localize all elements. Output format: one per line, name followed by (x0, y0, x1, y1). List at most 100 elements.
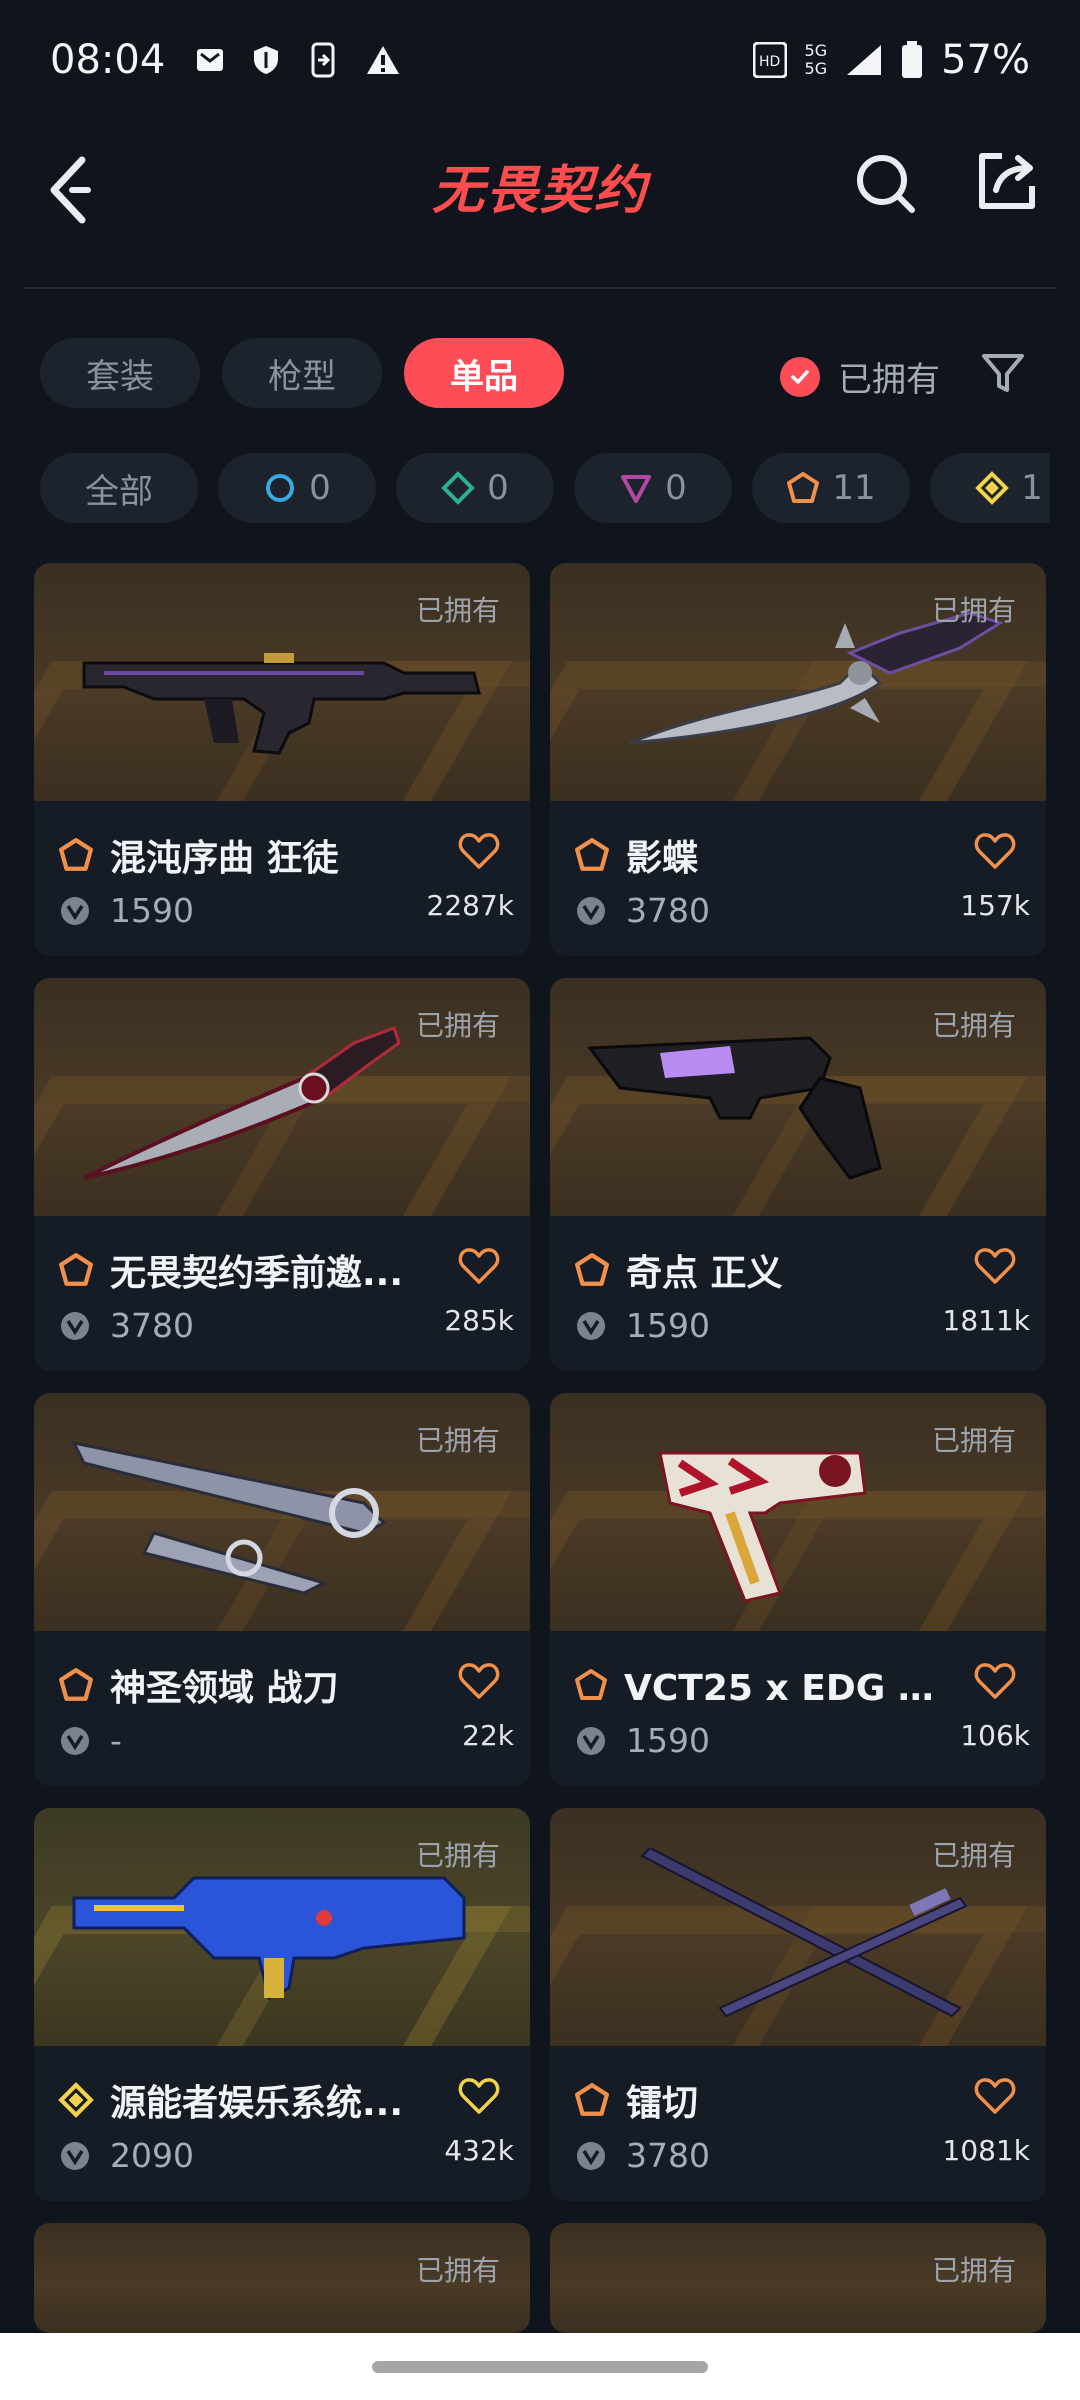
share-icon[interactable] (972, 146, 1042, 216)
item-image: 已拥有 (550, 2223, 1046, 2333)
ultra-tier-icon (975, 471, 1010, 505)
owned-tag: 已拥有 (931, 2254, 1016, 2287)
item-image: 已拥有 (34, 2223, 530, 2333)
like-count: 285k (444, 1304, 514, 1337)
item-name: 无畏契约季前邀... (110, 1253, 404, 1294)
tab-weapon-type[interactable]: 枪型 (222, 338, 382, 408)
tier-ultra-count: 1 (1021, 468, 1043, 508)
price-row: 3780 (574, 2136, 710, 2175)
owned-tag: 已拥有 (931, 1839, 1016, 1872)
item-card[interactable]: 已拥有 神圣领域 战刀 - 22k (34, 1393, 530, 1786)
item-price: 3780 (626, 2136, 710, 2175)
tier-all[interactable]: 全部 (40, 453, 198, 523)
tier-exclusive-count: 11 (832, 468, 876, 508)
home-indicator[interactable] (372, 2361, 708, 2373)
heart-icon[interactable] (974, 831, 1016, 871)
battery-icon (902, 41, 923, 78)
item-name: 神圣领域 战刀 (110, 1668, 339, 1709)
ultra-tier-icon (58, 2082, 94, 2118)
warning-icon (367, 46, 400, 74)
network-label: 5G 5G (805, 42, 828, 78)
price-row: 1590 (574, 1306, 710, 1345)
item-card[interactable]: 已拥有 无畏契约季前邀... 3780 285k (34, 978, 530, 1371)
vp-currency-icon (577, 2141, 605, 2170)
item-info: 混沌序曲 狂徒 1590 2287k (34, 801, 530, 956)
tier-filters: 全部 0 0 0 11 1 (40, 453, 1050, 523)
shield-icon (254, 46, 279, 74)
exclusive-tier-icon (575, 2083, 609, 2116)
exclusive-tier-icon (575, 1669, 607, 1700)
tier-exclusive[interactable]: 11 (752, 453, 910, 523)
item-card[interactable]: 已拥有 影蝶 3780 157k (550, 563, 1046, 956)
tab-single-item[interactable]: 单品 (404, 338, 564, 408)
exclusive-tier-icon (575, 1253, 609, 1286)
like-count: 1081k (942, 2134, 1030, 2167)
like-count: 157k (960, 889, 1030, 922)
item-info: 源能者娱乐系统... 2090 432k (34, 2046, 530, 2201)
item-info: 镭切 3780 1081k (550, 2046, 1046, 2201)
owned-tag: 已拥有 (931, 1424, 1016, 1457)
status-bar: 08:04 HD 5G 5G 57% (0, 0, 1080, 120)
category-tabs: 套装 枪型 单品 (40, 338, 564, 408)
owned-tag: 已拥有 (415, 1839, 500, 1872)
tier-select[interactable]: 0 (218, 453, 376, 523)
heart-icon[interactable] (458, 1661, 500, 1701)
item-image: 已拥有 (550, 1808, 1046, 2046)
vp-currency-icon (61, 1726, 89, 1755)
owned-tag: 已拥有 (415, 1009, 500, 1042)
heart-icon[interactable] (974, 2076, 1016, 2116)
item-card[interactable]: 已拥有 奇点 正义 1590 1811k (550, 978, 1046, 1371)
item-name-row: 源能者娱乐系统... (58, 2074, 438, 2126)
price-row: 1590 (58, 891, 194, 930)
item-name-row: VCT25 x EDG 标... (574, 1659, 954, 1711)
premium-tier-icon (621, 475, 652, 503)
item-image: 已拥有 (34, 563, 530, 801)
network-5g-bottom: 5G (804, 59, 828, 78)
owned-filter-label: 已拥有 (838, 360, 940, 400)
item-name-row: 无畏契约季前邀... (58, 1244, 438, 1296)
tab-bundle[interactable]: 套装 (40, 338, 200, 408)
item-card[interactable]: 已拥有 源能者娱乐系统... 2090 432k (34, 1808, 530, 2201)
item-price: - (110, 1721, 122, 1760)
item-card[interactable]: 已拥有 (550, 2223, 1046, 2333)
like-count: 22k (462, 1719, 514, 1752)
network-5g-top: 5G (804, 41, 828, 60)
filter-icon[interactable] (980, 350, 1026, 396)
item-name: 混沌序曲 狂徒 (110, 838, 339, 879)
price-row: 2090 (58, 2136, 194, 2175)
item-name-row: 影蝶 (574, 829, 954, 881)
item-name: 镭切 (626, 2083, 699, 2124)
tier-deluxe[interactable]: 0 (396, 453, 554, 523)
item-card[interactable]: 已拥有 VCT25 x EDG 标... 1590 106k (550, 1393, 1046, 1786)
item-info: 奇点 正义 1590 1811k (550, 1216, 1046, 1371)
item-name: 源能者娱乐系统... (110, 2083, 404, 2124)
heart-icon[interactable] (974, 1246, 1016, 1286)
item-info: 神圣领域 战刀 - 22k (34, 1631, 530, 1786)
notification-icons (195, 42, 401, 78)
like-count: 432k (444, 2134, 514, 2167)
status-right: HD 5G 5G 57% (752, 37, 1030, 83)
like-count: 1811k (942, 1304, 1030, 1337)
exclusive-tier-icon (787, 472, 820, 503)
exclusive-tier-icon (59, 1253, 93, 1286)
tier-premium[interactable]: 0 (574, 453, 732, 523)
owned-tag: 已拥有 (415, 2254, 500, 2287)
owned-tag: 已拥有 (415, 1424, 500, 1457)
heart-icon[interactable] (458, 2076, 500, 2116)
owned-tag: 已拥有 (931, 1009, 1016, 1042)
price-row: 3780 (58, 1306, 194, 1345)
item-card[interactable]: 已拥有 镭切 3780 1081k (550, 1808, 1046, 2201)
heart-icon[interactable] (458, 831, 500, 871)
item-image: 已拥有 (550, 1393, 1046, 1631)
item-card[interactable]: 已拥有 (34, 2223, 530, 2333)
vp-currency-icon (61, 1311, 89, 1340)
heart-icon[interactable] (458, 1246, 500, 1286)
hd-icon: HD (752, 42, 787, 78)
item-card[interactable]: 已拥有 混沌序曲 狂徒 1590 2287k (34, 563, 530, 956)
owned-filter-toggle[interactable]: 已拥有 (780, 352, 940, 401)
tier-ultra[interactable]: 1 (930, 453, 1050, 523)
heart-icon[interactable] (974, 1661, 1016, 1701)
item-image: 已拥有 (550, 563, 1046, 801)
item-name: 奇点 正义 (626, 1253, 783, 1294)
search-icon[interactable] (850, 148, 920, 218)
